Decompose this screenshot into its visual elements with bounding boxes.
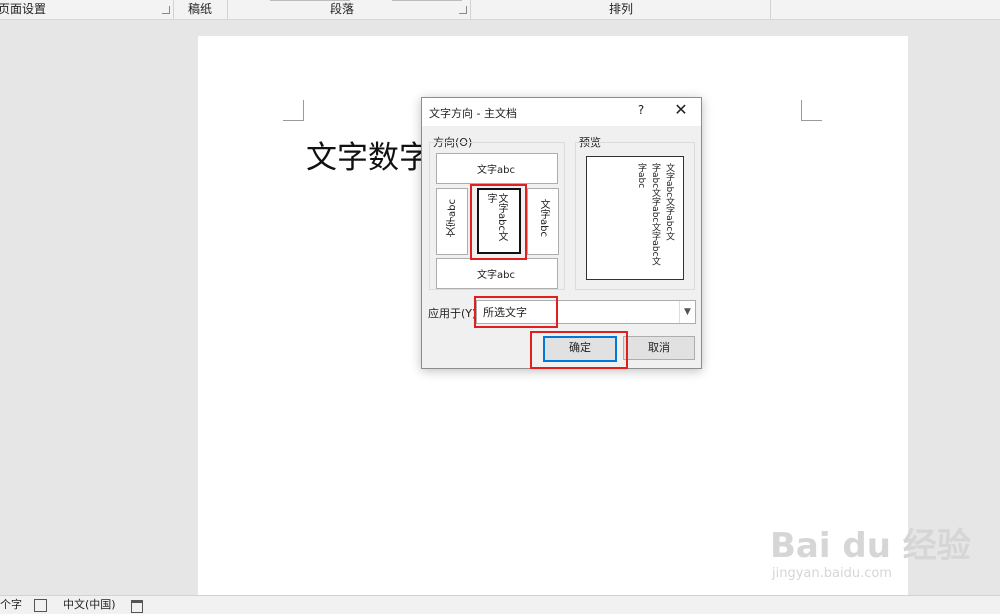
ribbon-separator (770, 0, 771, 19)
ribbon-divider (392, 0, 462, 1)
baidu-watermark: Bai du 经验 (770, 526, 971, 566)
option-horizontal-label: 文字abc (477, 165, 515, 176)
preview-line: 字abc (636, 163, 646, 189)
word-count[interactable]: 个字 (0, 596, 22, 614)
ribbon-group-strip: 页面设置 稿纸 段落 排列 (0, 0, 1000, 20)
option-vertical-left-label: 文字abc (447, 199, 458, 237)
chevron-down-icon[interactable]: ▼ (679, 301, 695, 323)
help-button[interactable]: ? (634, 103, 648, 117)
option-horizontal[interactable]: 文字abc (436, 153, 558, 184)
dialog-title: 文字方向 - 主文档 (429, 107, 517, 120)
text-direction-dialog: 文字方向 - 主文档 ? ✕ 方向(O) 文字abc 文字abc 文字abc文字… (421, 97, 702, 369)
option-vertical-right-label: 文字abc (538, 199, 549, 237)
apply-to-label: 应用于(Y): (428, 307, 481, 320)
language-indicator[interactable]: 中文(中国) (63, 596, 116, 614)
cancel-button[interactable]: 取消 (623, 336, 695, 360)
ribbon-group-paragraph: 段落 (330, 2, 355, 16)
margin-corner-mark (283, 100, 304, 121)
ribbon-group-page-setup: 页面设置 (0, 2, 47, 16)
ribbon-group-manuscript: 稿纸 (188, 2, 213, 16)
watermark-url: jingyan.baidu.com (772, 566, 892, 581)
ribbon-separator (470, 0, 471, 19)
ribbon-separator (227, 0, 228, 19)
close-icon[interactable]: ✕ (671, 100, 691, 119)
highlight-box (530, 331, 628, 369)
proofing-icon[interactable] (34, 599, 47, 612)
ribbon-group-arrange: 排列 (609, 2, 634, 16)
margin-corner-mark (801, 100, 822, 121)
dialog-title-bar: 文字方向 - 主文档 ? ✕ (422, 98, 701, 126)
status-bar: 个字 中文(中国) (0, 595, 1000, 614)
preview-pane: 文字abc文字abc文 字abc文字abc文字abc文 字abc (586, 156, 684, 280)
preview-line: 字abc文字abc文字abc文 (650, 163, 660, 266)
ribbon-separator (173, 0, 174, 19)
dialog-launcher-icon[interactable] (459, 6, 467, 14)
option-horizontal-rotated[interactable]: 文字abc (436, 258, 558, 289)
option-horizontal-rotated-label: 文字abc (477, 270, 515, 281)
dialog-launcher-icon[interactable] (162, 6, 170, 14)
document-body-text[interactable]: 文字数字 (306, 132, 430, 177)
option-vertical-rotated-right[interactable]: 文字abc (527, 188, 559, 255)
macro-record-icon[interactable] (131, 600, 143, 613)
preview-line: 文字abc文字abc文 (664, 163, 674, 241)
highlight-box (474, 296, 558, 328)
highlight-box (470, 184, 527, 260)
option-vertical-rotated-left[interactable]: 文字abc (436, 188, 468, 255)
